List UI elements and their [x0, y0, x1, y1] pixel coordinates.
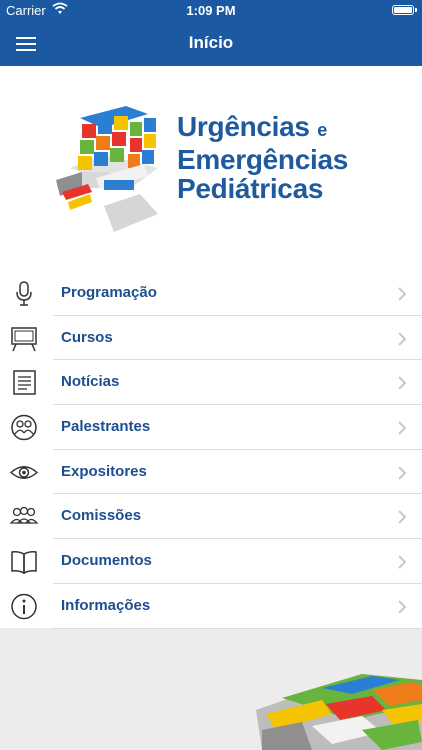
clock: 1:09 PM [186, 3, 236, 18]
menu-item-informacoes[interactable]: Informações [0, 584, 422, 629]
main-menu-list: Programação Cursos Notícias Palestrantes… [0, 271, 422, 629]
microphone-icon [16, 281, 32, 306]
presentation-board-icon [11, 326, 37, 351]
menu-item-documentos[interactable]: Documentos [0, 539, 422, 584]
logo-wordmark: Urgências e Emergências Pediátricas [177, 112, 348, 203]
menu-item-expositores[interactable]: Expositores [0, 450, 422, 495]
chevron-right-icon [398, 555, 406, 569]
chevron-right-icon [398, 331, 406, 346]
chevron-right-icon [398, 600, 406, 614]
chevron-right-icon [398, 510, 406, 525]
eye-icon [9, 465, 39, 479]
logo-line3: Pediátricas [177, 173, 324, 204]
chevron-right-icon [398, 421, 406, 435]
menu-item-label: Cursos [61, 328, 113, 346]
menu-item-cursos[interactable]: Cursos [0, 316, 422, 361]
logo-line2: Emergências [177, 144, 349, 175]
battery-icon [392, 5, 417, 15]
menu-item-palestrantes[interactable]: Palestrantes [0, 405, 422, 450]
menu-item-label: Programação [61, 284, 157, 301]
rubiks-cube-logo-icon [56, 106, 158, 232]
news-icon [13, 370, 36, 396]
menu-item-label: Documentos [61, 552, 152, 570]
menu-item-label: Comissões [61, 507, 142, 525]
page-title: Início [188, 33, 234, 52]
menu-item-label: Palestrantes [61, 418, 151, 436]
group-icon [9, 507, 39, 525]
speakers-icon [11, 414, 37, 441]
menu-item-label: Expositores [61, 462, 147, 480]
app-logo: Urgências e Emergências Pediátricas [0, 66, 422, 271]
menu-item-programacao[interactable]: Programação [0, 271, 422, 316]
row-divider [53, 627, 422, 629]
menu-item-label: Informações [61, 596, 151, 614]
chevron-right-icon [398, 287, 406, 301]
chevron-right-icon [398, 466, 406, 480]
book-icon [11, 551, 37, 575]
menu-item-label: Notícias [61, 373, 120, 391]
logo-line1-suffix: e [317, 120, 327, 140]
menu-item-noticias[interactable]: Notícias [0, 360, 422, 406]
menu-item-comissoes[interactable]: Comissões [0, 494, 422, 540]
logo-line1: Urgências [177, 111, 310, 142]
decorative-cube-icon [256, 674, 422, 750]
navigation-bar: Início [0, 22, 422, 66]
main-content: Urgências e Emergências Pediátricas Prog… [0, 66, 422, 629]
info-icon [11, 593, 37, 620]
status-bar: Carrier 1:09 PM [0, 0, 422, 22]
chevron-right-icon [398, 376, 406, 391]
